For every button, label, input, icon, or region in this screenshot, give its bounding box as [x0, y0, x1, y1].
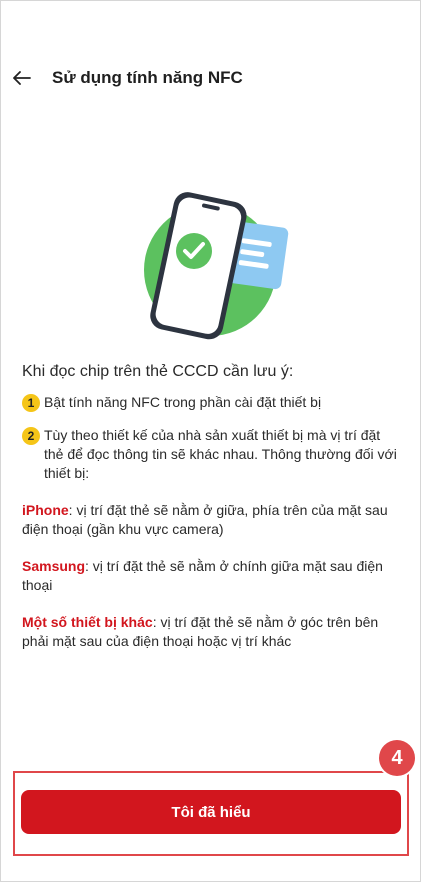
- device-name: Samsung: [22, 558, 86, 574]
- step-number-badge: 2: [22, 427, 40, 445]
- step-text: Bật tính năng NFC trong phần cài đặt thi…: [44, 394, 322, 410]
- device-text: : vị trí đặt thẻ sẽ nằm ở giữa, phía trê…: [22, 502, 388, 537]
- device-name: Một số thiết bị khác: [22, 614, 153, 630]
- phone-nfc-card-illustration: [130, 188, 300, 348]
- instructions-heading: Khi đọc chip trên thẻ CCCD cần lưu ý:: [22, 363, 294, 380]
- step-number-badge: 1: [22, 394, 40, 412]
- device-note-other: Một số thiết bị khác: vị trí đặt thẻ sẽ …: [22, 613, 402, 651]
- confirm-button[interactable]: Tôi đã hiểu: [21, 790, 401, 834]
- device-note-iphone: iPhone: vị trí đặt thẻ sẽ nằm ở giữa, ph…: [22, 501, 402, 539]
- device-note-samsung: Samsung: vị trí đặt thẻ sẽ nằm ở chính g…: [22, 557, 402, 595]
- check-circle-icon: [176, 233, 212, 269]
- instruction-step: 2 Tùy theo thiết kế của nhà sản xuất thi…: [22, 426, 402, 483]
- back-button[interactable]: [8, 62, 36, 94]
- instruction-step: 1 Bật tính năng NFC trong phần cài đặt t…: [22, 393, 402, 412]
- page-title: Sử dụng tính năng NFC: [52, 68, 243, 87]
- arrow-left-icon: [13, 71, 31, 85]
- device-name: iPhone: [22, 502, 69, 518]
- step-text: Tùy theo thiết kế của nhà sản xuất thiết…: [44, 427, 397, 481]
- instructions: Khi đọc chip trên thẻ CCCD cần lưu ý: 1 …: [22, 362, 402, 651]
- app-header: Sử dụng tính năng NFC: [0, 58, 421, 98]
- step-annotation-badge: 4: [379, 740, 415, 776]
